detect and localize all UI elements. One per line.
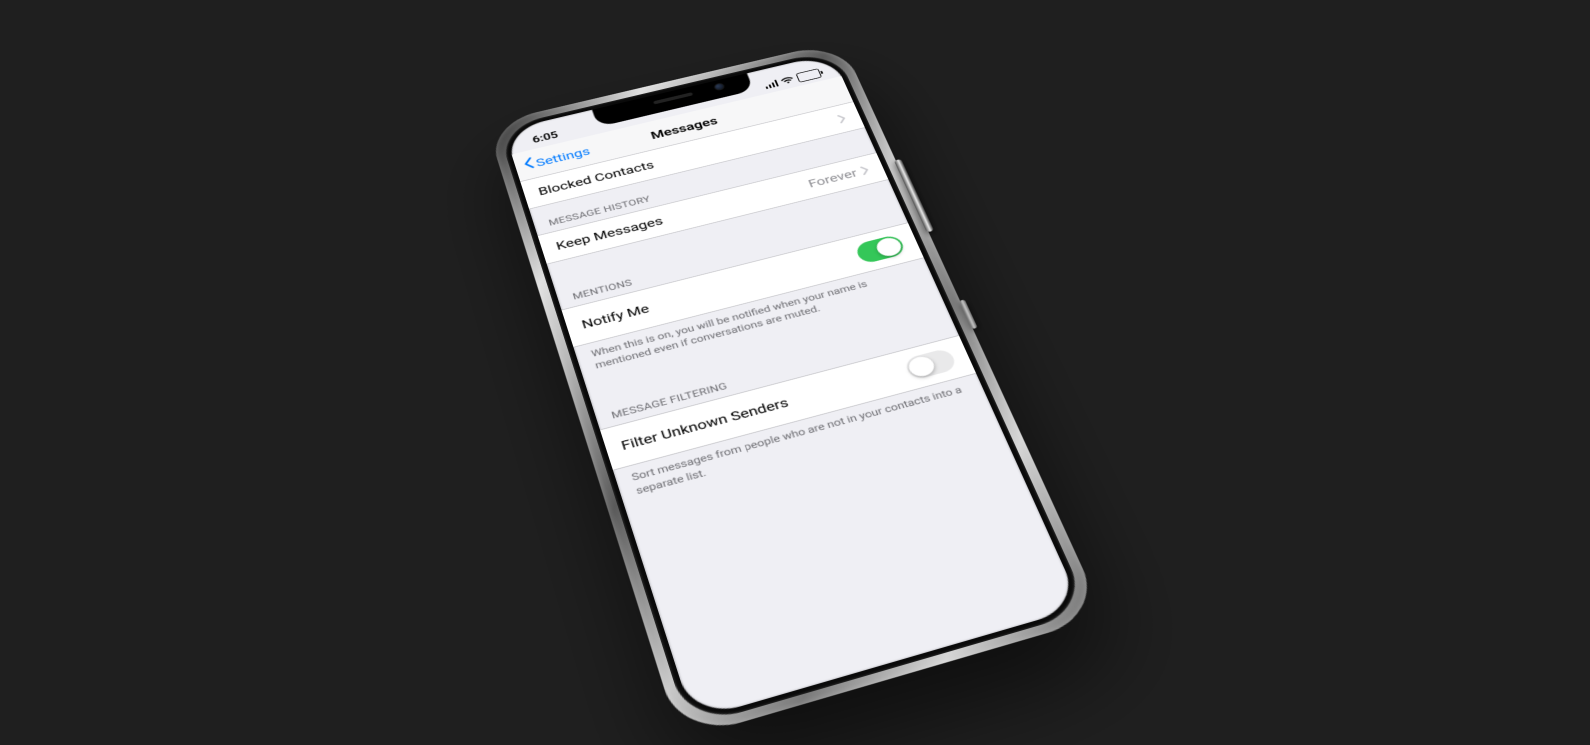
notify-me-toggle[interactable]	[854, 234, 907, 265]
status-time: 6:05	[531, 130, 560, 146]
notify-me-label: Notify Me	[580, 301, 651, 331]
front-camera	[714, 83, 724, 90]
battery-icon	[795, 67, 824, 82]
speaker-grill	[653, 92, 693, 104]
filter-unknown-toggle[interactable]	[903, 348, 958, 381]
chevron-right-icon	[837, 114, 848, 124]
cellular-signal-icon	[763, 79, 779, 89]
chevron-right-icon	[860, 165, 871, 175]
filter-unknown-label: Filter Unknown Senders	[619, 395, 790, 454]
wifi-icon	[779, 75, 795, 85]
filter-unknown-row[interactable]: Filter Unknown Senders	[600, 335, 976, 471]
keep-messages-value: Forever	[806, 166, 859, 190]
iphone-mockup: 6:05 Settings M	[504, 53, 1082, 720]
